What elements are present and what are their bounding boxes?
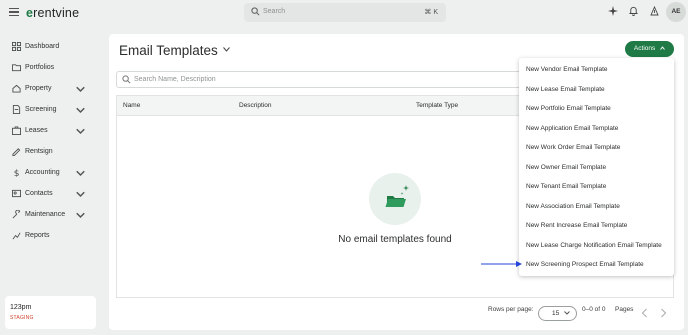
chevron-down-icon <box>76 107 85 114</box>
search-placeholder: Search <box>263 8 286 15</box>
chevron-down-icon <box>76 191 85 198</box>
menu-item-new-tenant-template[interactable]: New Tenant Email Template <box>519 177 674 197</box>
contacts-icon <box>12 189 21 198</box>
user-switch-icon[interactable] <box>650 6 659 16</box>
sidebar-item-reports[interactable]: Reports <box>0 225 100 246</box>
wrench-icon <box>12 210 21 219</box>
search-shortcut: ⌘ K <box>424 9 438 16</box>
chevron-right-icon[interactable] <box>660 308 667 318</box>
pages-label: Pages <box>615 306 634 313</box>
org-card[interactable]: 123pm STAGING <box>5 296 96 329</box>
menu-item-new-association-template[interactable]: New Association Email Template <box>519 197 674 217</box>
actions-button[interactable]: Actions <box>625 41 674 57</box>
chevron-down-icon <box>76 212 85 219</box>
menu-item-new-lease-charge-notification-template[interactable]: New Lease Charge Notification Email Temp… <box>519 236 674 256</box>
search-icon <box>122 75 131 84</box>
empty-state-illustration <box>369 173 421 225</box>
empty-state-message: No email templates found <box>338 234 452 245</box>
menu-item-new-owner-template[interactable]: New Owner Email Template <box>519 158 674 178</box>
sidebar-item-contacts[interactable]: Contacts <box>0 183 100 204</box>
actions-menu: New Vendor Email Template New Lease Emai… <box>519 58 674 276</box>
global-search[interactable]: Search ⌘ K <box>244 3 446 22</box>
template-search-input[interactable]: Search Name, Description <box>116 71 522 88</box>
svg-text:$: $ <box>14 169 20 177</box>
avatar[interactable]: AE <box>666 2 686 22</box>
menu-item-new-rent-increase-template[interactable]: New Rent Increase Email Template <box>519 216 674 236</box>
bell-icon[interactable] <box>629 6 638 16</box>
folder-icon <box>12 64 21 72</box>
menu-item-new-lease-template[interactable]: New Lease Email Template <box>519 80 674 100</box>
chart-icon <box>12 232 21 240</box>
rows-per-page-select[interactable]: 15 <box>538 306 577 321</box>
sidebar-nav: Dashboard Portfolios Property Screening … <box>0 36 100 246</box>
sidebar-item-leases[interactable]: Leases <box>0 120 100 141</box>
document-icon <box>12 105 21 114</box>
pointer-arrow-icon <box>481 261 522 267</box>
chevron-down-icon <box>76 128 85 135</box>
sidebar-item-portfolios[interactable]: Portfolios <box>0 57 100 78</box>
chevron-down-icon <box>564 311 570 315</box>
chevron-down-icon <box>76 170 85 177</box>
folder-open-icon <box>385 185 409 207</box>
environment-badge: STAGING <box>10 315 34 321</box>
home-icon <box>12 84 21 93</box>
menu-item-new-screening-prospect-template[interactable]: New Screening Prospect Email Template <box>519 255 674 275</box>
sidebar-item-maintenance[interactable]: Maintenance <box>0 204 100 225</box>
search-placeholder: Search Name, Description <box>134 76 216 83</box>
signature-icon <box>12 148 21 156</box>
sidebar-item-dashboard[interactable]: Dashboard <box>0 36 100 57</box>
dollar-icon: $ <box>14 169 20 177</box>
menu-item-new-application-template[interactable]: New Application Email Template <box>519 119 674 139</box>
chevron-up-icon <box>660 46 665 50</box>
sidebar-item-screening[interactable]: Screening <box>0 99 100 120</box>
chevron-down-icon <box>76 86 85 93</box>
menu-item-new-vendor-template[interactable]: New Vendor Email Template <box>519 60 674 80</box>
menu-item-new-portfolio-template[interactable]: New Portfolio Email Template <box>519 99 674 119</box>
page-title: Email Templates <box>119 43 218 58</box>
org-name: 123pm <box>10 304 32 311</box>
column-header-template-type[interactable]: Template Type <box>416 102 458 109</box>
column-header-description[interactable]: Description <box>239 102 272 109</box>
rows-per-page-label: Rows per page: <box>488 306 534 313</box>
sidebar-item-rentsign[interactable]: Rentsign <box>0 141 100 162</box>
chevron-down-icon[interactable] <box>223 47 230 52</box>
column-header-name[interactable]: Name <box>123 102 140 109</box>
briefcase-icon <box>12 126 21 135</box>
dashboard-icon <box>12 42 21 51</box>
logo[interactable]: erentvine <box>26 6 79 20</box>
menu-item-new-work-order-template[interactable]: New Work Order Email Template <box>519 138 674 158</box>
sparkle-icon[interactable] <box>608 6 618 16</box>
search-icon <box>251 7 260 16</box>
sidebar-item-accounting[interactable]: $ Accounting <box>0 162 100 183</box>
sidebar-item-property[interactable]: Property <box>0 78 100 99</box>
top-bar: erentvine Search ⌘ K AE <box>0 0 688 25</box>
pagination-range: 0–0 of 0 <box>582 306 606 313</box>
chevron-left-icon[interactable] <box>641 308 648 318</box>
menu-icon[interactable] <box>9 8 19 16</box>
